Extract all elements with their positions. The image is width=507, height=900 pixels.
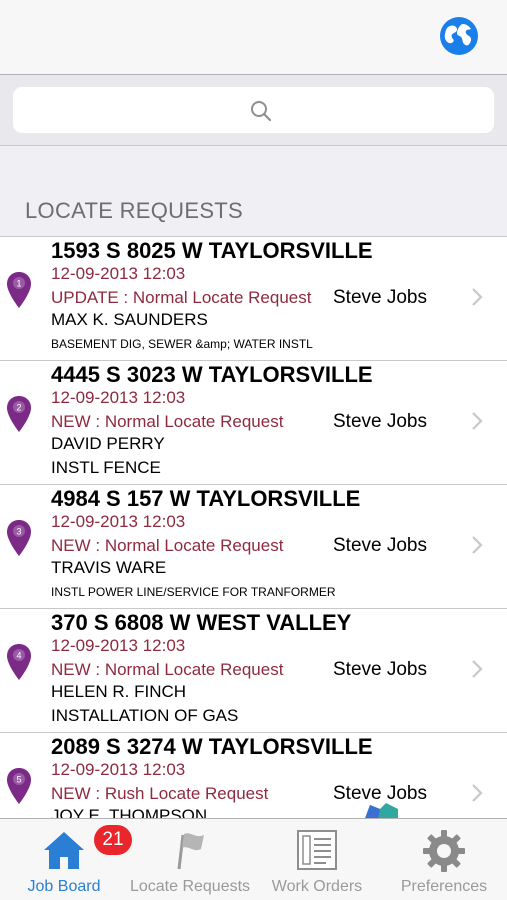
tab-label: Job Board <box>27 878 101 895</box>
chevron-right-icon <box>472 536 483 554</box>
section-title: LOCATE REQUESTS <box>25 198 244 223</box>
pin-number: 4 <box>16 651 21 661</box>
tab-work-orders[interactable]: Work Orders <box>266 819 368 900</box>
pin-number: 5 <box>16 775 21 785</box>
map-pin-icon: 2 <box>7 396 31 432</box>
map-pin-icon: 1 <box>7 272 31 308</box>
chevron-right-icon <box>472 288 483 306</box>
flag-icon <box>177 833 204 870</box>
request-assignee: Steve Jobs <box>333 659 427 680</box>
chevron-right-icon <box>472 412 483 430</box>
map-pin-icon: 5 <box>7 768 31 804</box>
request-status: NEW : Normal Locate Request <box>51 412 284 431</box>
request-status: NEW : Rush Locate Request <box>51 784 269 803</box>
request-status: NEW : Normal Locate Request <box>51 536 284 555</box>
locate-request-row[interactable]: 4 370 S 6808 W WEST VALLEY 12-09-2013 12:0… <box>0 609 507 733</box>
search-bar <box>0 75 507 146</box>
request-datetime: 12-09-2013 12:03 <box>51 512 186 531</box>
pin-number: 2 <box>16 403 21 413</box>
tab-label: Work Orders <box>271 878 363 895</box>
request-address: 370 S 6808 W WEST VALLEY <box>51 610 352 635</box>
tab-locate-requests[interactable]: Locate Requests <box>128 819 252 900</box>
gear-icon <box>423 830 465 872</box>
locate-requests-list: 1 1593 S 8025 W TAYLORSVILLE 12-09-2013 12… <box>0 236 507 819</box>
home-icon <box>44 832 84 869</box>
job-board-badge: 21 <box>94 825 132 855</box>
request-description: INSTALLATION OF GAS <box>51 706 239 725</box>
request-datetime: 12-09-2013 12:03 <box>51 636 186 655</box>
request-address: 4445 S 3023 W TAYLORSVILLE <box>51 362 373 387</box>
request-status: UPDATE : Normal Locate Request <box>51 288 312 307</box>
globe-icon[interactable] <box>439 16 479 56</box>
locate-request-row[interactable]: 2 4445 S 3023 W TAYLORSVILLE 12-09-2013 12… <box>0 361 507 485</box>
tab-bar: 21 Job Board Locate Requests Work Orders <box>0 818 507 900</box>
request-assignee: Steve Jobs <box>333 287 427 308</box>
request-status: NEW : Normal Locate Request <box>51 660 284 679</box>
locate-request-row[interactable]: 3 4984 S 157 W TAYLORSVILLE 12-09-2013 12:… <box>0 485 507 609</box>
request-contact: MAX K. SAUNDERS <box>51 310 208 329</box>
request-contact: DAVID PERRY <box>51 434 165 453</box>
tab-label: Locate Requests <box>129 878 251 895</box>
chevron-right-icon <box>472 660 483 678</box>
pin-number: 3 <box>16 527 21 537</box>
request-datetime: 12-09-2013 12:03 <box>51 760 186 779</box>
locate-request-row[interactable]: 5 2089 S 3274 W TAYLORSVILLE 12-09-2013 12… <box>0 733 507 819</box>
locate-request-row[interactable]: 1 1593 S 8025 W TAYLORSVILLE 12-09-2013 12… <box>0 237 507 361</box>
request-address: 1593 S 8025 W TAYLORSVILLE <box>51 238 373 263</box>
map-pin-icon: 3 <box>7 520 31 556</box>
request-address: 2089 S 3274 W TAYLORSVILLE <box>51 734 373 759</box>
pin-number: 1 <box>16 279 21 289</box>
request-contact: TRAVIS WARE <box>51 558 167 577</box>
tab-preferences[interactable]: Preferences <box>394 819 494 900</box>
request-description: BASEMENT DIG, SEWER &amp; WATER INSTL <box>51 337 313 351</box>
request-assignee: Steve Jobs <box>333 411 427 432</box>
tab-job-board[interactable]: 21 Job Board <box>14 819 132 900</box>
search-icon <box>251 101 272 122</box>
request-description: INSTL FENCE <box>51 458 161 477</box>
top-navigation-bar <box>0 0 507 75</box>
request-contact: HELEN R. FINCH <box>51 682 187 701</box>
request-address: 4984 S 157 W TAYLORSVILLE <box>51 486 361 511</box>
request-description: INSTL POWER LINE/SERVICE FOR TRANFORMER <box>51 585 336 599</box>
search-input[interactable] <box>13 87 494 133</box>
tab-label: Preferences <box>400 878 488 895</box>
map-pin-icon: 4 <box>7 644 31 680</box>
request-datetime: 12-09-2013 12:03 <box>51 264 186 283</box>
request-assignee: Steve Jobs <box>333 535 427 556</box>
request-datetime: 12-09-2013 12:03 <box>51 388 186 407</box>
chevron-right-icon <box>472 784 483 802</box>
work-order-form-icon <box>297 830 337 870</box>
